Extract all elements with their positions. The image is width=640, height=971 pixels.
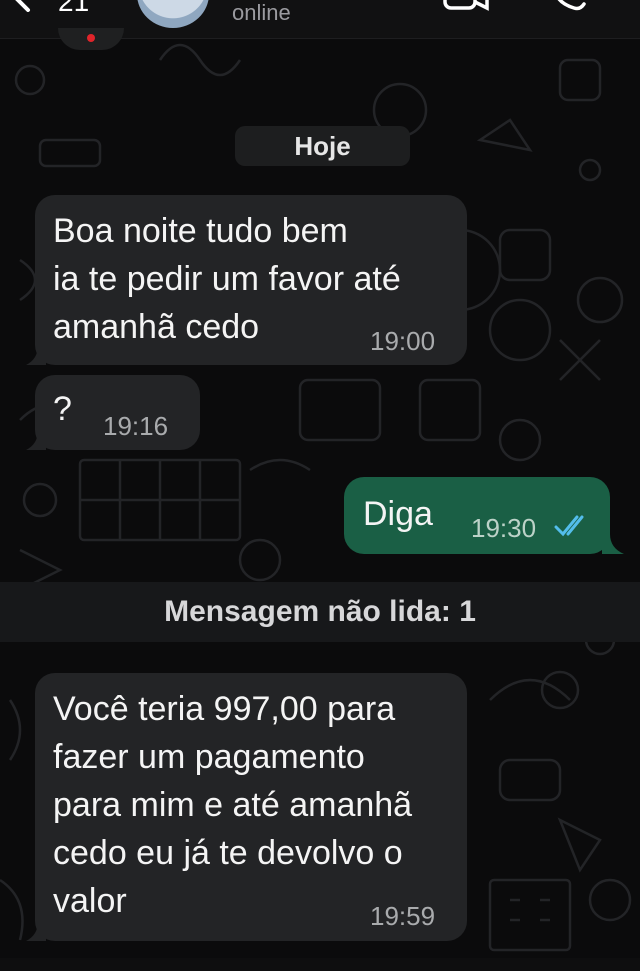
avatar[interactable] — [137, 0, 209, 28]
message-time: 19:59 — [370, 901, 436, 931]
bubble-tail — [26, 921, 46, 941]
message-bubble-incoming[interactable]: ? 19:16 — [35, 375, 200, 450]
message-bubble-incoming[interactable]: Boa noite tudo bem ia te pedir um favor … — [35, 195, 467, 365]
message-time: 19:00 — [370, 326, 436, 356]
message-time: 19:16 — [103, 411, 169, 441]
bubble-tail — [26, 430, 46, 450]
message-bubble-outgoing[interactable]: Diga 19:30 — [344, 477, 610, 554]
message-text: ? — [53, 390, 72, 428]
message-text: Você teria 997,00 para fazer um pagament… — [53, 690, 413, 920]
message-time: 19:30 — [471, 513, 537, 543]
back-chevron-icon[interactable] — [8, 0, 36, 12]
unread-count[interactable]: 21 — [58, 0, 89, 18]
message-text: Diga — [363, 495, 433, 533]
bubble-tail — [602, 534, 624, 554]
heart-reaction-icon — [87, 34, 95, 42]
contact-status: online — [232, 0, 291, 25]
date-separator: Hoje — [235, 126, 410, 166]
phone-icon[interactable] — [548, 0, 588, 12]
composer-bar-edge — [0, 958, 640, 971]
message-bubble-incoming[interactable]: Você teria 997,00 para fazer um pagament… — [35, 673, 467, 941]
video-call-icon[interactable] — [443, 0, 489, 12]
unread-messages-separator: Mensagem não lida: 1 — [0, 582, 640, 642]
bubble-tail — [26, 345, 46, 365]
read-receipt-icon — [554, 515, 584, 537]
